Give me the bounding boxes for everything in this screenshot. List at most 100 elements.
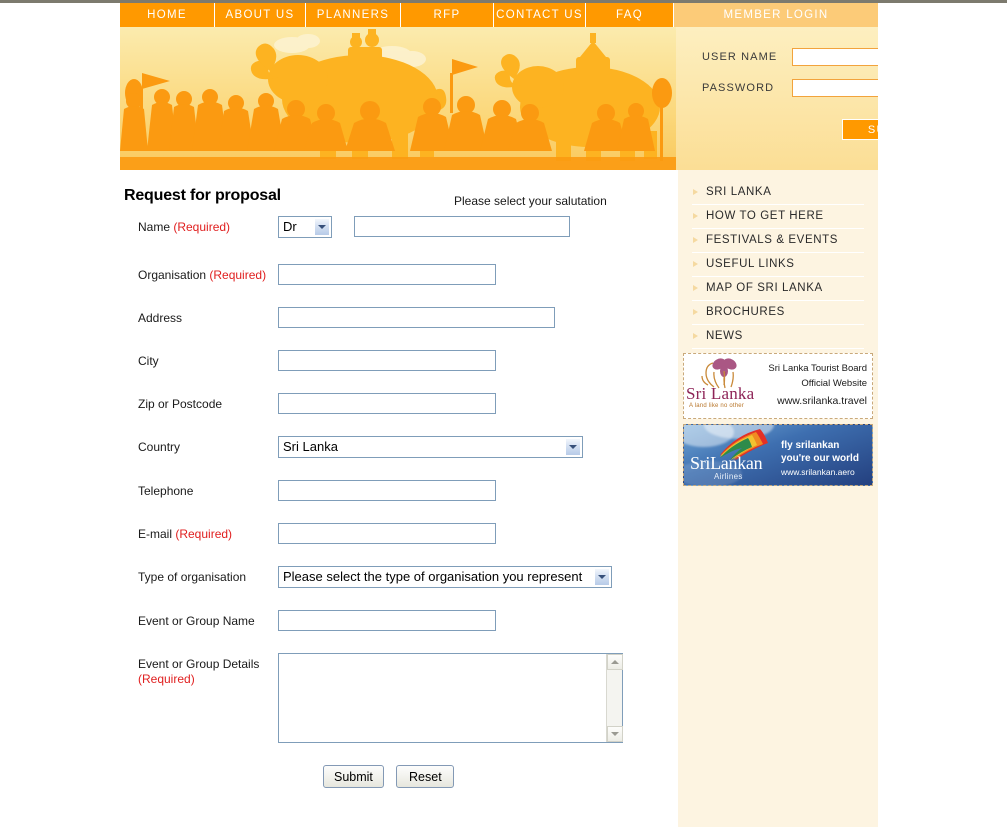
nav-item-member-login[interactable]: MEMBER LOGIN xyxy=(674,3,878,27)
chevron-right-icon xyxy=(693,261,698,267)
textarea-scrollbar[interactable] xyxy=(606,654,623,742)
sri-lanka-tagline: A land like no other xyxy=(689,403,745,409)
zip-field-group xyxy=(278,393,496,414)
scroll-up-icon[interactable] xyxy=(607,654,623,670)
page-root: HOME ABOUT US PLANNERS RFP CONTACT US FA… xyxy=(0,0,1007,827)
chevron-down-icon[interactable] xyxy=(565,438,581,456)
perahera-procession-illustration xyxy=(120,27,676,170)
sidebar-label: MAP OF SRI LANKA xyxy=(706,282,823,294)
orgtype-field-group: Please select the type of organisation y… xyxy=(278,566,612,588)
chevron-right-icon xyxy=(693,237,698,243)
orgtype-select[interactable]: Please select the type of organisation y… xyxy=(278,566,612,588)
name-input[interactable] xyxy=(354,216,571,237)
organisation-required-flag: (Required) xyxy=(209,268,267,282)
zip-label: Zip or Postcode xyxy=(138,397,223,411)
perahera-silhouette-svg xyxy=(120,27,676,170)
sidebar-item-map-of-sri-lanka[interactable]: MAP OF SRI LANKA xyxy=(692,277,864,301)
address-label: Address xyxy=(138,311,183,325)
nav-item-planners[interactable]: PLANNERS xyxy=(306,3,401,27)
sri-lanka-wordmark: Sri Lanka xyxy=(686,384,755,403)
tourist-board-text: Sri Lanka Tourist Board Official Website… xyxy=(752,361,867,409)
city-input[interactable] xyxy=(278,350,496,371)
form-row-event-details: Event or Group Details (Required) xyxy=(120,653,678,743)
banner-sri-lanka-tourist-board[interactable]: Sri Lanka A land like no other Sri Lanka… xyxy=(683,353,873,419)
sidebar-item-brochures[interactable]: BROCHURES xyxy=(692,301,864,325)
event-name-input[interactable] xyxy=(278,610,496,631)
zip-input[interactable] xyxy=(278,393,496,414)
header-banner: USER NAME PASSWORD SUBMIT xyxy=(120,27,878,170)
name-label-text: Name xyxy=(138,220,174,234)
nav-item-rfp[interactable]: RFP xyxy=(401,3,494,27)
password-label: PASSWORD xyxy=(702,82,775,94)
form-row-zip: Zip or Postcode xyxy=(120,393,678,414)
form-row-address: Address xyxy=(120,307,678,328)
name-field-group: Please select your salutation Dr xyxy=(278,194,607,238)
tourist-board-url: www.srilanka.travel xyxy=(777,395,867,407)
submit-button[interactable]: Submit xyxy=(323,765,384,788)
sidebar-item-sri-lanka[interactable]: SRI LANKA xyxy=(692,181,864,205)
sidebar-item-useful-links[interactable]: USEFUL LINKS xyxy=(692,253,864,277)
sidebar-item-festivals-events[interactable]: FESTIVALS & EVENTS xyxy=(692,229,864,253)
event-details-field-group xyxy=(278,653,623,743)
event-details-label: Event or Group Details (Required) xyxy=(120,653,278,687)
chevron-down-icon[interactable] xyxy=(594,568,610,586)
organisation-label-text: Organisation xyxy=(138,268,210,282)
rfp-form: Name (Required) Please select your salut… xyxy=(120,194,678,788)
form-row-orgtype: Type of organisation Please select the t… xyxy=(120,566,678,588)
event-details-textarea[interactable] xyxy=(279,654,607,742)
body-wrapper: Request for proposal Name (Required) Ple… xyxy=(120,170,878,827)
srilankan-sub-wordmark: Airlines xyxy=(714,472,743,481)
address-input[interactable] xyxy=(278,307,555,328)
country-select[interactable]: Sri Lanka xyxy=(278,436,583,458)
scroll-down-icon[interactable] xyxy=(607,726,623,742)
email-input[interactable] xyxy=(278,523,496,544)
password-input[interactable] xyxy=(792,79,878,97)
salutation-hint: Please select your salutation xyxy=(454,194,607,208)
username-input[interactable] xyxy=(792,48,878,66)
main-content: Request for proposal Name (Required) Ple… xyxy=(120,170,678,827)
chevron-down-icon[interactable] xyxy=(314,218,330,236)
srilankan-wordmark: SriLankan xyxy=(690,453,763,473)
sidebar-nav: SRI LANKA HOW TO GET HERE FESTIVALS & EV… xyxy=(692,181,864,349)
email-required-flag: (Required) xyxy=(175,527,233,541)
nav-item-home[interactable]: HOME xyxy=(120,3,215,27)
sidebar-item-news[interactable]: NEWS xyxy=(692,325,864,349)
organisation-input[interactable] xyxy=(278,264,496,285)
event-name-field-group xyxy=(278,610,496,631)
orgtype-value: Please select the type of organisation y… xyxy=(283,569,583,584)
chevron-right-icon xyxy=(693,333,698,339)
chevron-right-icon xyxy=(693,213,698,219)
nav-label-faq: FAQ xyxy=(616,9,643,21)
nav-label-rfp: RFP xyxy=(433,9,461,21)
chevron-right-icon xyxy=(693,309,698,315)
telephone-input[interactable] xyxy=(278,480,496,501)
telephone-label: Telephone xyxy=(138,484,194,498)
name-label: Name (Required) xyxy=(120,216,278,235)
sidebar-item-how-to-get-here[interactable]: HOW TO GET HERE xyxy=(692,205,864,229)
nav-label-planners: PLANNERS xyxy=(316,9,390,21)
address-field-group xyxy=(278,307,555,328)
sidebar-label: BROCHURES xyxy=(706,306,785,318)
nav-item-contact-us[interactable]: CONTACT US xyxy=(494,3,586,27)
form-actions: Submit Reset xyxy=(120,765,678,788)
page-title: Request for proposal xyxy=(124,187,281,204)
salutation-value: Dr xyxy=(283,219,297,234)
reset-button[interactable]: Reset xyxy=(396,765,455,788)
login-submit-button[interactable]: SUBMIT xyxy=(842,119,878,140)
form-row-name: Name (Required) Please select your salut… xyxy=(120,194,678,238)
tourist-board-line2: Official Website xyxy=(801,378,867,389)
nav-label-contact-us: CONTACT US xyxy=(496,9,583,21)
banner-srilankan-airlines[interactable]: SriLankan Airlines fly srilankan you're … xyxy=(683,424,873,486)
sidebar-label: HOW TO GET HERE xyxy=(706,210,824,222)
form-row-organisation: Organisation (Required) xyxy=(120,264,678,285)
email-label-text: E-mail xyxy=(138,527,176,541)
sidebar-label: USEFUL LINKS xyxy=(706,258,795,270)
nav-item-faq[interactable]: FAQ xyxy=(586,3,674,27)
salutation-select[interactable]: Dr xyxy=(278,216,332,238)
organisation-field-group xyxy=(278,264,496,285)
nav-label-home: HOME xyxy=(147,9,187,21)
nav-item-about-us[interactable]: ABOUT US xyxy=(215,3,306,27)
chevron-right-icon xyxy=(693,285,698,291)
city-label: City xyxy=(138,354,159,368)
form-row-country: Country Sri Lanka xyxy=(120,436,678,458)
